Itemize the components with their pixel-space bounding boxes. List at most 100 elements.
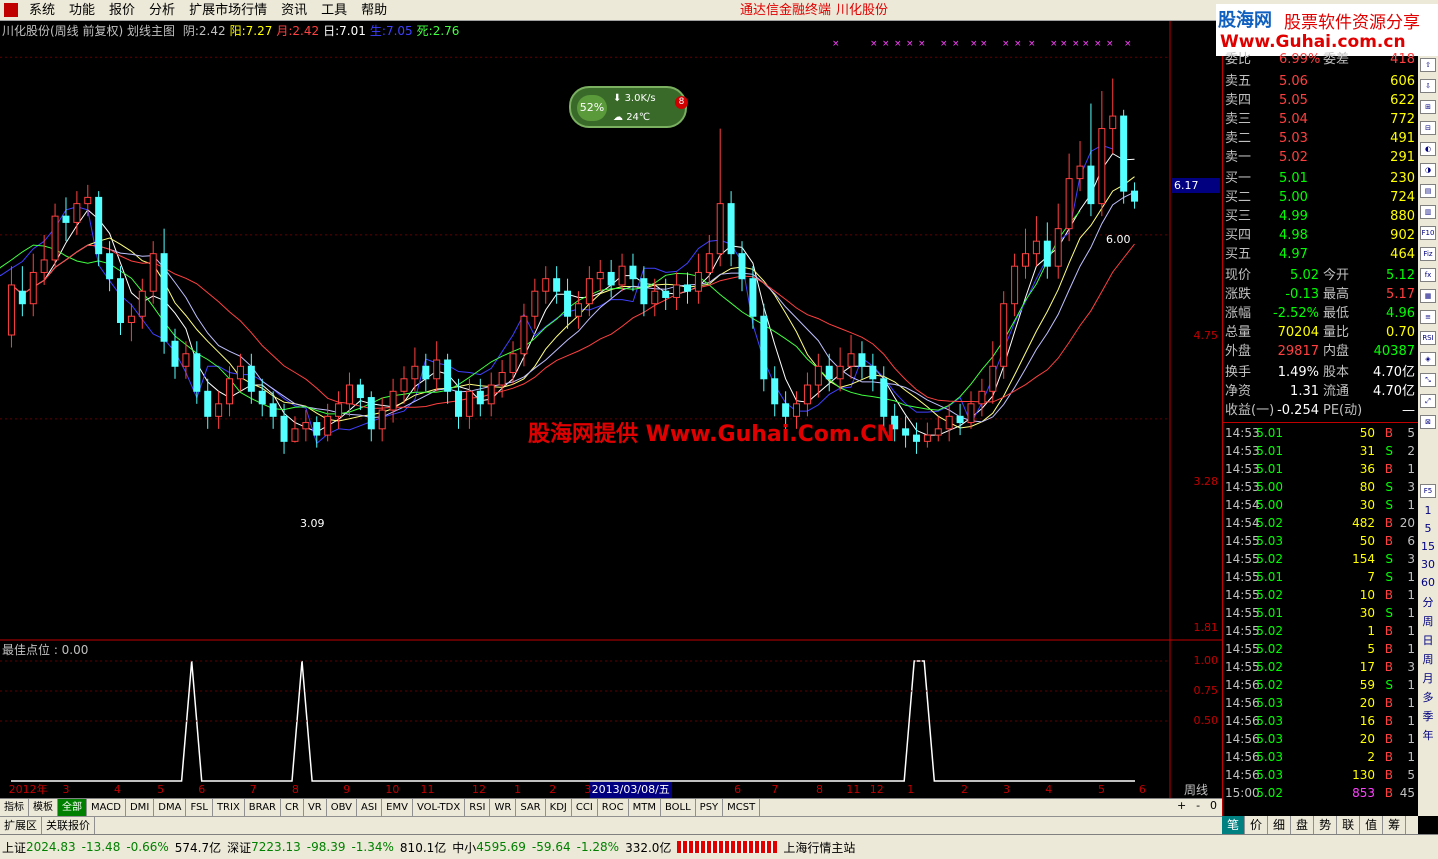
zoom-in-button[interactable]: + <box>1177 799 1186 816</box>
sell-level-2[interactable]: 卖二 5.03 491 <box>1225 129 1417 148</box>
indicator-tab-psy[interactable]: PSY <box>696 799 724 816</box>
period-tab-4[interactable]: 月 <box>1420 670 1436 686</box>
buy-level-3[interactable]: 买三 4.99 880 <box>1225 207 1417 226</box>
bottom-tab-1[interactable]: 关联报价 <box>42 817 95 834</box>
candle-body <box>465 390 473 417</box>
indicator-tab-cr[interactable]: CR <box>281 799 304 816</box>
side-tool-icon[interactable]: ⊟ <box>1420 121 1436 135</box>
side-tool-icon[interactable]: ⤢ <box>1420 394 1436 408</box>
period-30min[interactable]: 30 <box>1420 558 1436 571</box>
indicator-tab-asi[interactable]: ASI <box>357 799 383 816</box>
side-tool-icon[interactable]: ◐ <box>1420 142 1436 156</box>
period-tab-2[interactable]: 日 <box>1420 632 1436 648</box>
right-tab-7[interactable]: 筹 <box>1383 816 1407 834</box>
right-tab-0[interactable]: 笔 <box>1222 816 1246 834</box>
zoom-reset-button[interactable]: 0 <box>1210 799 1217 816</box>
side-tool-icon[interactable]: ⊠ <box>1420 415 1436 429</box>
period-tab-3[interactable]: 周 <box>1420 651 1436 667</box>
indicator-tab-vr[interactable]: VR <box>304 799 327 816</box>
menu-item-3[interactable]: 分析 <box>144 0 184 21</box>
indicator-tab-dmi[interactable]: DMI <box>126 799 155 816</box>
indicator-tab-cci[interactable]: CCI <box>572 799 598 816</box>
side-tool-icon[interactable]: ⤡ <box>1420 373 1436 387</box>
menu-item-7[interactable]: 帮助 <box>356 0 396 21</box>
sell-level-4[interactable]: 卖四 5.05 622 <box>1225 91 1417 110</box>
quote-label-2: 量比 <box>1323 325 1350 340</box>
indicator-tab-wr[interactable]: WR <box>490 799 517 816</box>
indicator-tab-全部[interactable]: 全部 <box>58 799 87 816</box>
indicator-tab-obv[interactable]: OBV <box>327 799 357 816</box>
sell-level-5[interactable]: 卖五 5.06 606 <box>1225 72 1417 91</box>
f5-icon[interactable]: F5 <box>1420 484 1436 498</box>
right-tab-3[interactable]: 盘 <box>1291 816 1315 834</box>
network-widget[interactable]: 52% ⬇ 3.0K/s ☁ 24℃ 8 <box>569 86 688 128</box>
side-tool-icon[interactable]: Fiz <box>1420 247 1436 261</box>
indicator-tab-fsl[interactable]: FSL <box>186 799 213 816</box>
indicator-tab-emv[interactable]: EMV <box>382 799 413 816</box>
indicator-tab-模板[interactable]: 模板 <box>29 799 58 816</box>
side-tool-icon[interactable]: F10 <box>1420 226 1436 240</box>
sell-level-3[interactable]: 卖三 5.04 772 <box>1225 110 1417 129</box>
candle-body <box>1087 165 1095 205</box>
sell-level-1[interactable]: 卖一 5.02 291 <box>1225 148 1417 167</box>
menu-item-0[interactable]: 系统 <box>24 0 64 21</box>
indicator-tab-roc[interactable]: ROC <box>598 799 629 816</box>
indicator-tab-mtm[interactable]: MTM <box>629 799 661 816</box>
indicator-tab-sar[interactable]: SAR <box>516 799 546 816</box>
period-1min[interactable]: 1 <box>1420 504 1436 517</box>
tick-row: 14:53 5.01 50 B 5 <box>1225 424 1417 442</box>
indicator-tab-vol-tdx[interactable]: VOL-TDX <box>413 799 466 816</box>
period-tab-5[interactable]: 多 <box>1420 689 1436 705</box>
period-tab-1[interactable]: 周 <box>1420 613 1436 629</box>
period-60min[interactable]: 60 <box>1420 576 1436 589</box>
right-tab-1[interactable]: 价 <box>1245 816 1269 834</box>
tick-time: 14:53 <box>1225 426 1260 440</box>
side-tool-icon[interactable]: ◈ <box>1420 352 1436 366</box>
candle-body <box>40 259 48 273</box>
side-tool-icon[interactable]: RSI <box>1420 331 1436 345</box>
indicator-tab-mcst[interactable]: MCST <box>723 799 761 816</box>
indicator-tab-rsi[interactable]: RSI <box>465 799 491 816</box>
right-tab-6[interactable]: 值 <box>1360 816 1384 834</box>
right-tab-4[interactable]: 势 <box>1314 816 1338 834</box>
side-tool-icon[interactable]: ▦ <box>1420 289 1436 303</box>
kline-chart[interactable]: 3.096.00× × × × × × × × × × × × × × × × × × × × <box>0 21 1222 798</box>
menu-item-2[interactable]: 报价 <box>104 0 144 21</box>
side-tool-icon[interactable]: ⇩ <box>1420 79 1436 93</box>
period-label[interactable]: 周线 <box>1172 782 1220 798</box>
sz-label: 深证 <box>227 840 252 855</box>
right-tab-5[interactable]: 联 <box>1337 816 1361 834</box>
indicator-tab-macd[interactable]: MACD <box>87 799 126 816</box>
side-tool-icon[interactable]: ≡ <box>1420 310 1436 324</box>
side-tool-icon[interactable]: ▥ <box>1420 205 1436 219</box>
menu-item-5[interactable]: 资讯 <box>276 0 316 21</box>
buy-level-5[interactable]: 买五 4.97 464 <box>1225 245 1417 264</box>
indicator-tab-brar[interactable]: BRAR <box>245 799 281 816</box>
buy-level-2[interactable]: 买二 5.00 724 <box>1225 188 1417 207</box>
period-tab-7[interactable]: 年 <box>1420 727 1436 743</box>
menu-item-1[interactable]: 功能 <box>64 0 104 21</box>
side-tool-icon[interactable]: ⇧ <box>1420 58 1436 72</box>
ad-banner[interactable]: 股海网 股票软件资源分享 Www.Guhai.com.cn <box>1216 4 1438 56</box>
period-5min[interactable]: 5 <box>1420 522 1436 535</box>
zoom-out-button[interactable]: - <box>1196 799 1200 816</box>
side-tool-icon[interactable]: ⊞ <box>1420 100 1436 114</box>
menu-item-6[interactable]: 工具 <box>316 0 356 21</box>
side-tool-icon[interactable]: ▤ <box>1420 184 1436 198</box>
period-tab-6[interactable]: 季 <box>1420 708 1436 724</box>
period-tab-0[interactable]: 分 <box>1420 594 1436 610</box>
right-tab-2[interactable]: 细 <box>1268 816 1292 834</box>
indicator-tab-boll[interactable]: BOLL <box>661 799 696 816</box>
indicator-tab-dma[interactable]: DMA <box>154 799 187 816</box>
buy-level-1[interactable]: 买一 5.01 230 <box>1225 169 1417 188</box>
indicator-tab-kdj[interactable]: KDJ <box>546 799 572 816</box>
indicator-tab-指标[interactable]: 指标 <box>0 799 29 816</box>
chart-area[interactable]: 3.09 6.00 × × × × × × × × × × × × × × × × × × × × <box>0 21 1222 798</box>
period-15min[interactable]: 15 <box>1420 540 1436 553</box>
menu-item-4[interactable]: 扩展市场行情 <box>184 0 276 21</box>
buy-level-4[interactable]: 买四 4.98 902 <box>1225 226 1417 245</box>
indicator-tab-trix[interactable]: TRIX <box>213 799 245 816</box>
bottom-tab-0[interactable]: 扩展区 <box>0 817 42 834</box>
side-tool-icon[interactable]: ◑ <box>1420 163 1436 177</box>
side-tool-icon[interactable]: fx <box>1420 268 1436 282</box>
